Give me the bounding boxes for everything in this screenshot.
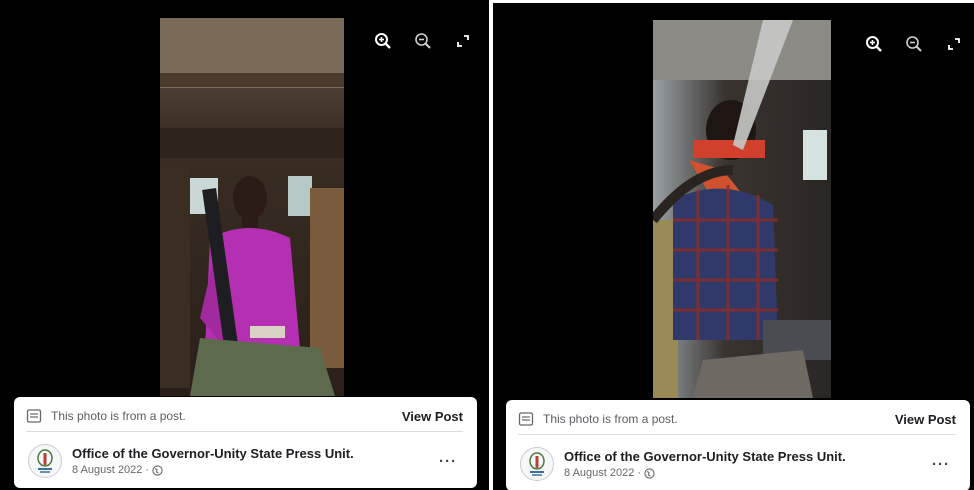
post-date-text[interactable]: 8 August 2022 · [564,467,641,479]
post-source-text: This photo is from a post. [51,409,186,423]
post-info-card: This photo is from a post. View Post Off… [14,397,477,488]
post-date-text[interactable]: 8 August 2022 · [72,464,149,476]
post-date: 8 August 2022 · [564,467,846,479]
fullscreen-icon[interactable] [452,30,474,52]
zoom-in-icon[interactable] [372,30,394,52]
author-meta: Office of the Governor-Unity State Press… [564,449,846,479]
post-note-icon [26,408,42,424]
photo-man-blindfolded[interactable] [653,20,831,398]
post-info-card: This photo is from a post. View Post Off… [506,400,970,490]
card-divider [26,431,463,432]
author-meta: Office of the Governor-Unity State Press… [72,446,354,476]
post-source-text: This photo is from a post. [543,412,678,426]
author-name[interactable]: Office of the Governor-Unity State Press… [564,449,846,464]
view-post-button[interactable]: View Post [895,412,956,427]
post-note-icon [518,411,534,427]
photo-viewer-right: This photo is from a post. View Post Off… [493,0,974,490]
viewer-controls [372,30,474,52]
author-name[interactable]: Office of the Governor-Unity State Press… [72,446,354,461]
globe-icon [644,467,655,479]
post-date: 8 August 2022 · [72,464,354,476]
avatar[interactable] [520,447,554,481]
card-divider [518,434,956,435]
author-row: Office of the Governor-Unity State Press… [520,444,956,484]
avatar[interactable] [28,444,62,478]
photo-viewer-left: This photo is from a post. View Post Off… [0,0,489,490]
zoom-out-icon[interactable] [412,30,434,52]
photo-man-purple-shirt[interactable] [160,18,344,396]
post-source-row: This photo is from a post. View Post [26,405,463,427]
view-post-button[interactable]: View Post [402,409,463,424]
globe-icon [152,464,163,476]
viewer-controls [863,33,965,55]
fullscreen-icon[interactable] [943,33,965,55]
author-row: Office of the Governor-Unity State Press… [28,441,463,481]
zoom-out-icon[interactable] [903,33,925,55]
more-options-button[interactable]: ··· [433,453,463,470]
post-source-row: This photo is from a post. View Post [518,408,956,430]
more-options-button[interactable]: ··· [926,456,956,473]
zoom-in-icon[interactable] [863,33,885,55]
